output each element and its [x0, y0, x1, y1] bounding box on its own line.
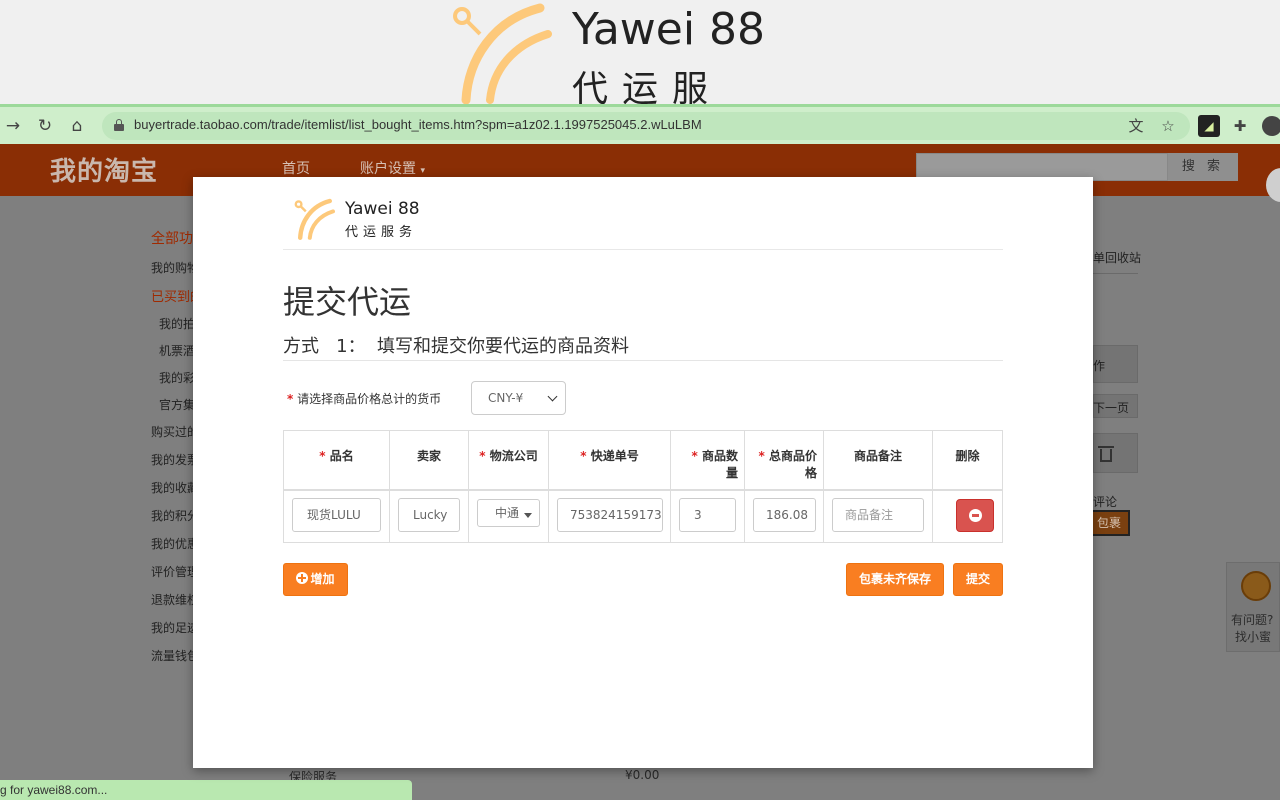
minus-circle-icon [969, 509, 982, 522]
star-icon[interactable]: ☆ [1158, 116, 1178, 136]
package-chip[interactable]: 包裹 [1088, 510, 1130, 536]
modal-brand-sub: 代运服务 [345, 225, 418, 240]
puzzle-icon[interactable]: ✚ [1229, 115, 1251, 137]
cell-remark: 商品备注 [824, 491, 933, 542]
sidebar-item[interactable]: 我的收藏 [151, 479, 199, 496]
reload-icon[interactable]: ↻ [34, 115, 56, 137]
divider [1093, 273, 1138, 274]
sidebar-item[interactable]: 流量钱包 [151, 647, 199, 664]
submit-button[interactable]: 提交 [953, 563, 1003, 596]
table-row: 现货LULU [284, 491, 390, 542]
yawei-logo-icon [294, 198, 335, 240]
required-mark: * [287, 392, 294, 406]
cell-seller: Lucky [390, 491, 469, 542]
plus-circle-icon [296, 572, 309, 584]
col-delete: 删除 [955, 449, 980, 463]
currency-label: * 请选择商品价格总计的货币 [287, 392, 442, 406]
currency-select[interactable]: CNY-¥ [471, 381, 566, 415]
cell-delete [933, 491, 1002, 542]
col-tracking: * 快递单号 [549, 431, 671, 490]
helper-text-line2: 找小蜜 [1235, 630, 1272, 644]
taobao-search-button[interactable]: 搜 索 [1168, 153, 1238, 181]
cell-tracking: 753824159173 [549, 491, 671, 542]
lock-icon[interactable] [114, 119, 124, 131]
col-seller: 卖家 [390, 431, 469, 490]
item-name-input[interactable]: 现货LULU [292, 498, 381, 532]
recycle-bin-link[interactable]: 单回收站 [1093, 249, 1141, 266]
col-logistics: * 物流公司 [469, 431, 549, 490]
browser-status-bar: g for yawei88.com... [0, 780, 412, 800]
method-subtitle: 方式 1： 填写和提交你要代运的商品资料 [283, 336, 630, 357]
caret-down-icon [524, 513, 532, 518]
sidebar-item[interactable]: 官方集 [159, 396, 195, 413]
sidebar-item[interactable]: 退款维权 [151, 591, 199, 608]
divider [283, 360, 1003, 361]
address-bar[interactable]: buyertrade.taobao.com/trade/itemlist/lis… [102, 112, 1190, 140]
helper-avatar-icon [1241, 571, 1271, 601]
profile-icon[interactable] [1262, 116, 1280, 136]
yawei-banner: Yawei 88 代运服务 [0, 0, 1280, 162]
sidebar-item[interactable]: 我的彩 [159, 369, 195, 386]
url-text[interactable]: buyertrade.taobao.com/trade/itemlist/lis… [134, 117, 702, 132]
forward-icon[interactable]: → [2, 115, 24, 137]
sidebar-item[interactable]: 我的发票 [151, 451, 199, 468]
banner-brand: Yawei 88 [572, 4, 766, 55]
total-price-input[interactable]: 186.08 [753, 498, 816, 532]
col-total-price: * 总商品价格 [745, 431, 824, 490]
trash-icon[interactable] [1098, 444, 1114, 462]
yawei-banner-logo: Yawei 88 代运服务 [448, 0, 768, 162]
cell-logistics: 中通 [469, 491, 549, 542]
col-qty: * 商品数量 [671, 431, 745, 490]
sidebar-item[interactable]: 评价管理 [151, 563, 199, 580]
logistics-select[interactable]: 中通 [477, 499, 540, 527]
chevron-down-icon [547, 391, 558, 402]
page-title: 提交代运 [283, 283, 412, 321]
nav-account-settings[interactable]: 账户设置 ▾ [360, 158, 425, 178]
delete-row-button[interactable] [956, 499, 994, 532]
yawei-logo-icon [453, 3, 552, 105]
sidebar-item[interactable]: 我的拍 [159, 315, 195, 332]
sidebar-item[interactable]: 机票酒 [159, 342, 195, 359]
browser-toolbar: → ↻ ⌂ buyertrade.taobao.com/trade/itemli… [0, 104, 1280, 144]
modal-brand: Yawei 88 [345, 199, 420, 219]
home-icon[interactable]: ⌂ [66, 115, 88, 137]
modal-logo: Yawei 88 代运服务 [293, 197, 443, 241]
sidebar-item[interactable]: 我的积分 [151, 507, 199, 524]
insurance-value: ¥0.00 [625, 768, 660, 782]
translate-icon[interactable]: 文 [1126, 116, 1146, 136]
sidebar-item[interactable]: 我的优惠 [151, 535, 199, 552]
col-remark: 商品备注 [824, 431, 933, 490]
extension-icon[interactable]: ◢ [1198, 115, 1220, 137]
nav-home[interactable]: 首页 [282, 158, 310, 178]
quantity-input[interactable]: 3 [679, 498, 736, 532]
add-row-button[interactable]: 增加 [283, 563, 348, 596]
sidebar-item[interactable]: 购买过的 [151, 423, 199, 440]
cell-qty: 3 [671, 491, 745, 542]
seller-input[interactable]: Lucky [398, 498, 460, 532]
divider [283, 249, 1003, 250]
taobao-logo[interactable]: 我的淘宝 [50, 151, 158, 188]
helper-widget[interactable]: 有问题? 找小蜜 [1226, 562, 1280, 652]
remark-input[interactable]: 商品备注 [832, 498, 924, 532]
tracking-number-input[interactable]: 753824159173 [557, 498, 663, 532]
save-incomplete-button[interactable]: 包裹未齐保存 [846, 563, 944, 596]
goods-table: * 品名 卖家 * 物流公司 * 快递单号 * 商品数量 * 总商品价格 商品备… [283, 430, 1003, 543]
operation-label: 作 [1093, 359, 1106, 373]
helper-text-line1: 有问题? [1231, 613, 1274, 627]
review-link[interactable]: 评论 [1093, 493, 1117, 510]
sidebar-item[interactable]: 我的足迹 [151, 619, 199, 636]
submit-shipping-modal: Yawei 88 代运服务 提交代运 方式 1： 填写和提交你要代运的商品资料 … [193, 177, 1093, 768]
cell-total: 186.08 [745, 491, 824, 542]
next-page-label[interactable]: 下一页 [1093, 399, 1129, 416]
chevron-down-icon: ▾ [420, 166, 425, 176]
col-name: * 品名 [284, 431, 390, 490]
sidebar-item[interactable]: 全部功 [151, 228, 193, 248]
sidebar-item[interactable]: 我的购物 [151, 259, 199, 276]
